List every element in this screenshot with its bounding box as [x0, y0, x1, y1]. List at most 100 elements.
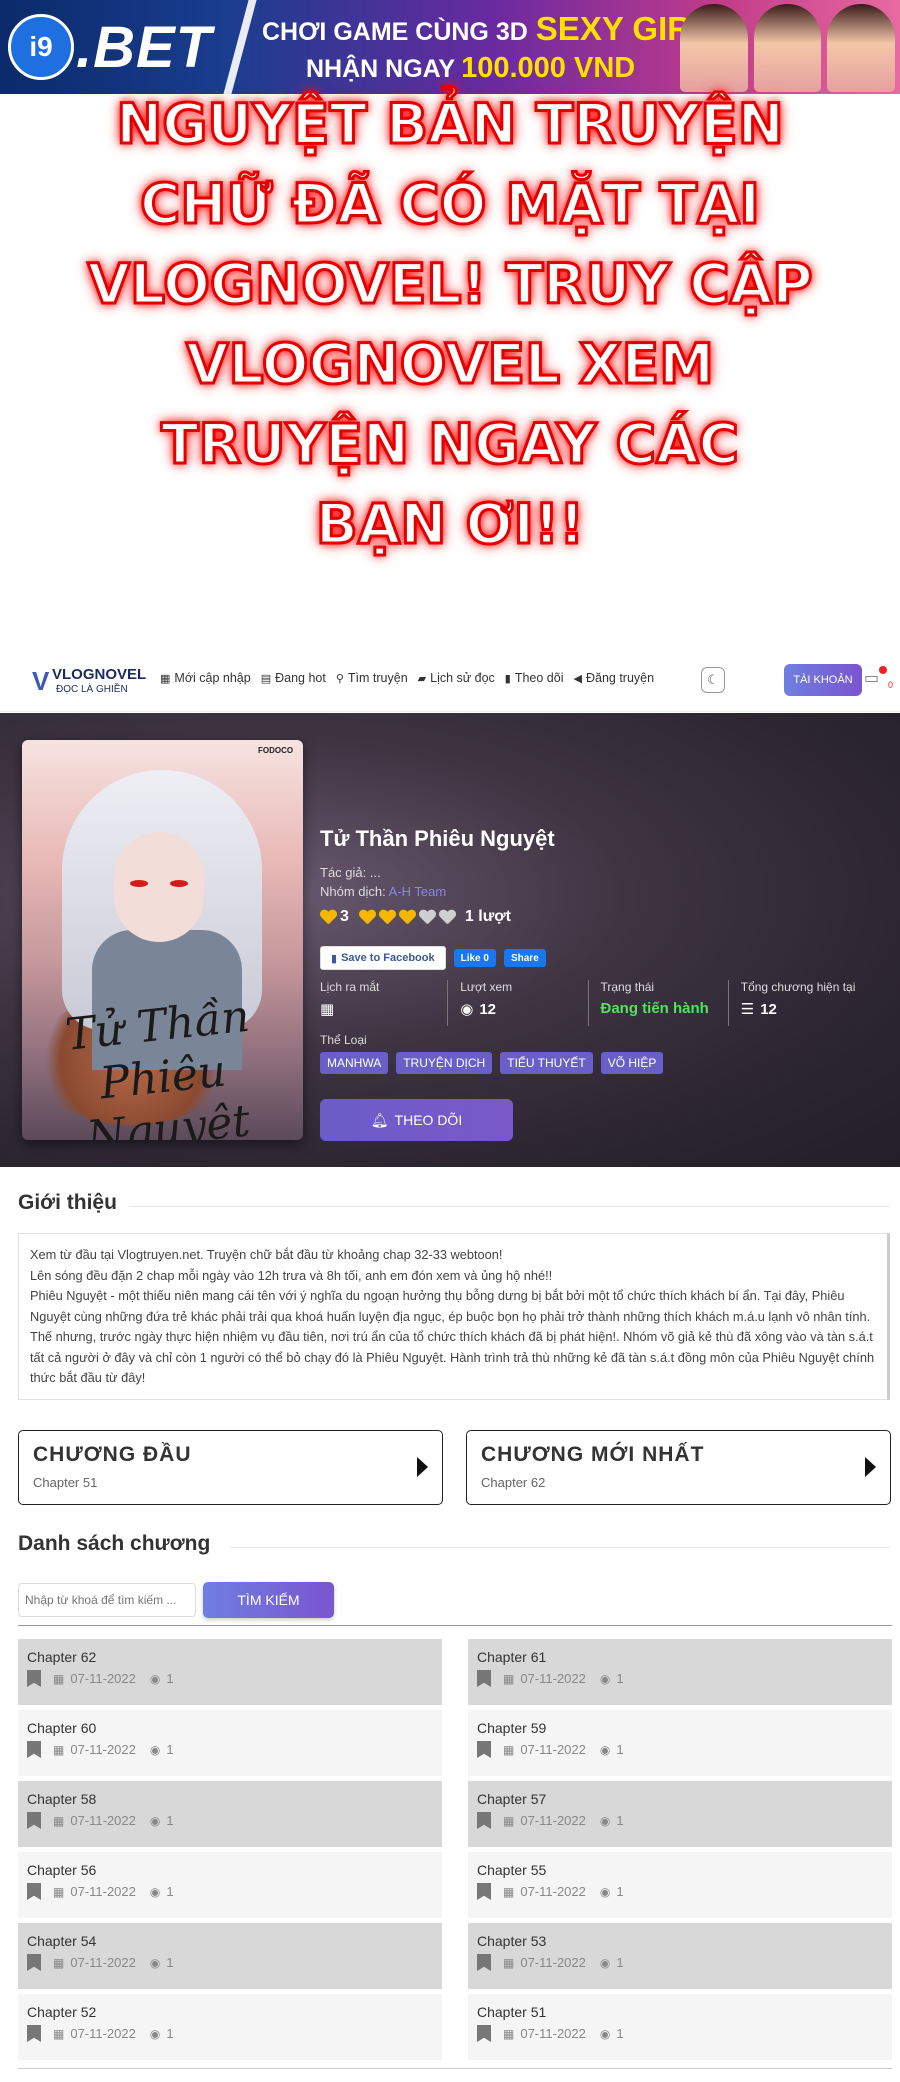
- chapter-name[interactable]: Chapter 61: [477, 1649, 883, 1665]
- bookmark-icon[interactable]: [477, 1883, 491, 1900]
- chapter-list-item[interactable]: Chapter 59 ▦ 07-11-2022 ◉ 1: [468, 1710, 892, 1776]
- chapter-name[interactable]: Chapter 57: [477, 1791, 883, 1807]
- chapter-name[interactable]: Chapter 53: [477, 1933, 883, 1949]
- chapter-list-item[interactable]: Chapter 55 ▦ 07-11-2022 ◉ 1: [468, 1852, 892, 1918]
- genre-tag[interactable]: VÕ HIỆP: [600, 1052, 664, 1074]
- chapter-list-item[interactable]: Chapter 52 ▦ 07-11-2022 ◉ 1: [18, 1994, 442, 2060]
- chapter-name[interactable]: Chapter 60: [27, 1720, 433, 1736]
- chapter-name[interactable]: Chapter 58: [27, 1791, 433, 1807]
- bookmark-icon[interactable]: [477, 1670, 491, 1687]
- facebook-like-button[interactable]: Like 0: [453, 949, 496, 967]
- cover-title: Tử Thần Phiêu Nguyệt: [63, 990, 253, 1140]
- chapter-list-item[interactable]: Chapter 57 ▦ 07-11-2022 ◉ 1: [468, 1781, 892, 1847]
- bookmark-icon[interactable]: [27, 2025, 41, 2042]
- chapter-list-item[interactable]: Chapter 56 ▦ 07-11-2022 ◉ 1: [18, 1852, 442, 1918]
- translator-link[interactable]: A-H Team: [389, 884, 447, 899]
- chapter-date: 07-11-2022: [70, 1884, 136, 1899]
- bookmark-icon[interactable]: [27, 1812, 41, 1829]
- bookmark-icon[interactable]: [27, 1741, 41, 1758]
- chapter-views: 1: [166, 1955, 174, 1970]
- chapter-list-item[interactable]: Chapter 54 ▦ 07-11-2022 ◉ 1: [18, 1923, 442, 1989]
- chapter-list-item[interactable]: Chapter 62 ▦ 07-11-2022 ◉ 1: [18, 1639, 442, 1705]
- account-button[interactable]: TÀI KHOẢN: [784, 664, 862, 696]
- chapter-name[interactable]: Chapter 62: [27, 1649, 433, 1665]
- heart-icon[interactable]: [419, 910, 435, 925]
- rating-row: 3 1 lượt: [320, 908, 511, 926]
- latest-chapter-label: CHƯƠNG MỚI NHẤT: [481, 1443, 705, 1466]
- chapter-list-item[interactable]: Chapter 58 ▦ 07-11-2022 ◉ 1: [18, 1781, 442, 1847]
- notification-dot: [879, 666, 887, 674]
- translator-label: Nhóm dịch:: [320, 884, 386, 899]
- heart-icon[interactable]: [399, 910, 415, 925]
- chapter-name[interactable]: Chapter 59: [477, 1720, 883, 1736]
- notification-button[interactable]: ▭ 0: [864, 666, 893, 694]
- vlognovel-logo[interactable]: V VLOGNOVEL ĐỌC LÀ GHIỀN: [32, 662, 146, 700]
- menu-item-post[interactable]: ◀ Đăng truyện: [574, 671, 655, 685]
- follow-button[interactable]: 🔔︎ THEO DÕI: [320, 1099, 513, 1141]
- ad-banner[interactable]: i9 .BET CHƠI GAME CÙNG 3D SEXY GIRL NHẬN …: [0, 0, 900, 94]
- menu-item-hot[interactable]: ▤ Đang hot: [261, 671, 326, 685]
- i9bet-brand-text: .BET: [76, 14, 213, 80]
- first-chapter-button[interactable]: CHƯƠNG ĐẦU Chapter 51: [18, 1430, 443, 1505]
- calendar-icon: ▦: [53, 1955, 65, 1970]
- bookmark-icon[interactable]: [477, 2025, 491, 2042]
- menu-item-following[interactable]: ▮ Theo dõi: [505, 671, 564, 685]
- genres-label: Thể Loại: [320, 1033, 367, 1047]
- megaphone-icon: ◀: [573, 672, 582, 685]
- heart-icon: [320, 910, 336, 925]
- book-icon: ▰: [417, 672, 427, 685]
- chapter-name[interactable]: Chapter 52: [27, 2004, 433, 2020]
- bookmark-icon[interactable]: [27, 1670, 41, 1687]
- chapter-search-input[interactable]: [18, 1583, 196, 1617]
- heart-icon[interactable]: [439, 910, 455, 925]
- eye-icon: ◉: [149, 1955, 161, 1970]
- facebook-share-button[interactable]: Share: [503, 949, 546, 967]
- genre-tag[interactable]: MANHWA: [320, 1052, 389, 1074]
- save-to-facebook-button[interactable]: ▮ Save to Facebook: [320, 946, 446, 970]
- eye-icon: ◉: [599, 1742, 611, 1757]
- genre-tag[interactable]: TRUYỆN DỊCH: [396, 1052, 493, 1074]
- notice-line: BẠN ƠI!!: [314, 491, 585, 558]
- chapter-info: ▦ 07-11-2022 ◉ 1: [27, 1883, 433, 1900]
- chapter-date: 07-11-2022: [70, 1671, 136, 1686]
- bookmark-icon[interactable]: [27, 1954, 41, 1971]
- chapter-name[interactable]: Chapter 51: [477, 2004, 883, 2020]
- eye-icon: ◉: [149, 1884, 161, 1899]
- chapter-views: 1: [616, 1671, 624, 1686]
- chapter-list-item[interactable]: Chapter 61 ▦ 07-11-2022 ◉ 1: [468, 1639, 892, 1705]
- stat-value-text: Đang tiến hành: [600, 1000, 709, 1017]
- notice-line: CHỮ ĐÃ CÓ MẶT TẠI: [138, 171, 761, 238]
- bookmark-icon[interactable]: [477, 1812, 491, 1829]
- chapter-date: 07-11-2022: [520, 2026, 586, 2041]
- latest-chapter-button[interactable]: CHƯƠNG MỚI NHẤT Chapter 62: [466, 1430, 891, 1505]
- section-divider: [230, 1547, 890, 1548]
- bookmark-icon[interactable]: [477, 1741, 491, 1758]
- genre-tag[interactable]: TIỂU THUYẾT: [500, 1052, 593, 1074]
- chapter-views: 1: [616, 1955, 624, 1970]
- chapter-name[interactable]: Chapter 56: [27, 1862, 433, 1878]
- bookmark-icon: ▮: [504, 672, 511, 685]
- stat-value: ◉ 12: [460, 1000, 587, 1019]
- chapter-list-item[interactable]: Chapter 51 ▦ 07-11-2022 ◉ 1: [468, 1994, 892, 2060]
- heart-icon[interactable]: [379, 910, 395, 925]
- stat-value-text: 12: [479, 1000, 497, 1018]
- dark-mode-toggle[interactable]: ☾: [701, 667, 725, 693]
- stat-views: Lượt xem ◉ 12: [460, 980, 589, 1026]
- chapter-search-button[interactable]: TÌM KIẾM: [203, 1582, 334, 1618]
- chapter-list-item[interactable]: Chapter 60 ▦ 07-11-2022 ◉ 1: [18, 1710, 442, 1776]
- bookmark-icon[interactable]: [27, 1883, 41, 1900]
- menu-item-new-updates[interactable]: ▦ Mới cập nhập: [160, 671, 251, 685]
- menu-item-history[interactable]: ▰ Lịch sử đọc: [418, 671, 495, 685]
- menu-item-search[interactable]: ⚲ Tìm truyện: [336, 671, 408, 685]
- eye-icon: ◉: [149, 2026, 161, 2041]
- bookmark-icon[interactable]: [477, 1954, 491, 1971]
- rating-hearts[interactable]: [359, 910, 455, 925]
- chapter-list-item[interactable]: Chapter 53 ▦ 07-11-2022 ◉ 1: [468, 1923, 892, 1989]
- moon-icon: ☾: [707, 672, 719, 687]
- chapter-name[interactable]: Chapter 55: [477, 1862, 883, 1878]
- notice-line: VLOGNOVEL! TRUY CẬP: [86, 251, 814, 318]
- hot-icon: ▤: [260, 672, 272, 685]
- eye-icon: ◉: [599, 1955, 611, 1970]
- chapter-name[interactable]: Chapter 54: [27, 1933, 433, 1949]
- heart-icon[interactable]: [359, 910, 375, 925]
